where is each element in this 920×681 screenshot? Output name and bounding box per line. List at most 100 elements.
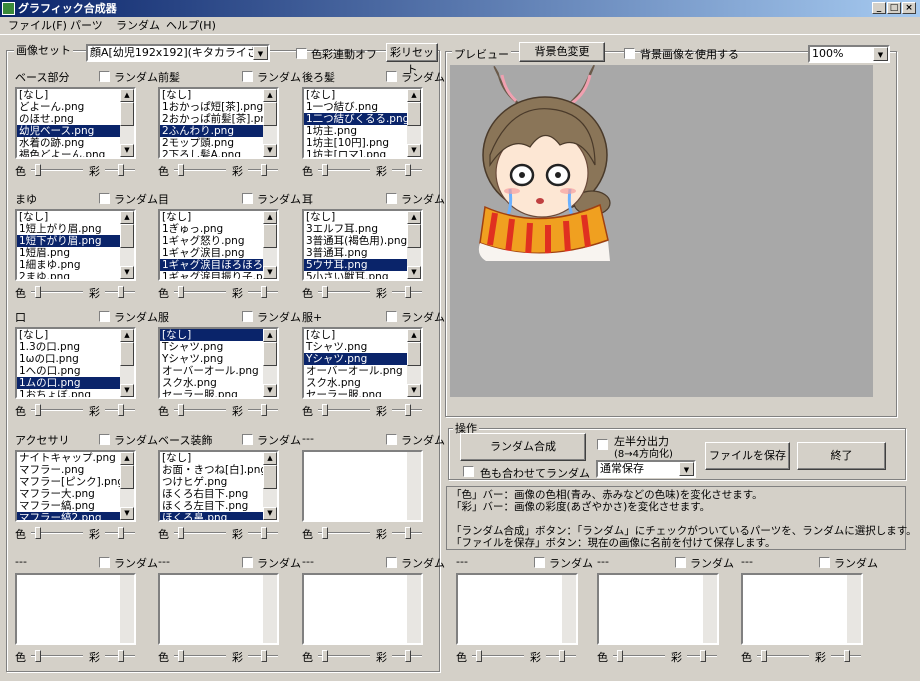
list-item[interactable]: 1細まゆ.png (17, 259, 120, 271)
list-item[interactable]: 1ギャグ怒り.png (160, 235, 263, 247)
scroll-thumb[interactable] (407, 224, 421, 248)
random-checkbox[interactable] (242, 71, 253, 82)
random-checkbox[interactable] (819, 557, 830, 568)
list-item[interactable]: 1坊主.png (304, 125, 407, 137)
scrollbar[interactable] (263, 575, 277, 643)
list-item[interactable]: 1短上がり眉.png (17, 223, 120, 235)
scroll-thumb[interactable] (407, 342, 421, 366)
scroll-up-icon[interactable]: ▲ (120, 452, 134, 465)
minimize-button[interactable]: _ (872, 2, 886, 14)
part-listbox[interactable]: [なし] どよーん.png のほせ.png 幼児ベース.png 水着の跡.png 褐色どよ… (15, 87, 136, 159)
scrollbar[interactable] (562, 575, 576, 643)
part-listbox[interactable]: [なし] 1ぎゅっ.png 1ギャグ怒り.png 1ギャグ涙目.png 1ギャグ涙目ほろ… (158, 209, 279, 281)
hue-slider-thumb[interactable] (322, 404, 328, 416)
scroll-down-icon[interactable]: ▼ (120, 507, 134, 520)
sat-slider-thumb[interactable] (261, 164, 267, 176)
scrollbar[interactable]: ▲ ▼ (263, 211, 277, 279)
sat-slider-thumb[interactable] (118, 164, 124, 176)
sat-slider-thumb[interactable] (118, 650, 124, 662)
list-item[interactable]: オーバーオール.png (160, 365, 263, 377)
list-item[interactable]: 2おかっぱ前髪[茶].png (160, 113, 263, 125)
scrollbar[interactable] (407, 452, 421, 520)
list-item[interactable]: [なし] (17, 211, 120, 223)
hue-slider-thumb[interactable] (617, 650, 623, 662)
part-listbox[interactable]: [なし] 1.3の口.png 1ωの口.png 1への口.png 1ムの口.png 1おち… (15, 327, 136, 399)
list-item[interactable]: 3エルフ耳.png (304, 223, 407, 235)
list-item[interactable]: 1ムの口.png (17, 377, 120, 389)
list-item[interactable]: 1おかっぱ短[茶].png (160, 101, 263, 113)
list-item[interactable]: Tシャツ.png (304, 341, 407, 353)
scroll-thumb[interactable] (120, 465, 134, 489)
sat-slider-thumb[interactable] (405, 404, 411, 416)
random-checkbox[interactable] (386, 434, 397, 445)
scroll-down-icon[interactable]: ▼ (263, 384, 277, 397)
scrollbar[interactable]: ▲ ▼ (407, 329, 421, 397)
scrollbar[interactable] (703, 575, 717, 643)
hue-slider-thumb[interactable] (35, 527, 41, 539)
scrollbar[interactable]: ▲ ▼ (407, 89, 421, 157)
color-link-checkbox[interactable] (296, 48, 307, 59)
random-checkbox[interactable] (99, 193, 110, 204)
part-listbox[interactable]: [なし] 1おかっぱ短[茶].png 2おかっぱ前髪[茶].png 2ふんわり.png… (158, 87, 279, 159)
hue-slider-thumb[interactable] (178, 404, 184, 416)
random-checkbox[interactable] (242, 434, 253, 445)
list-item[interactable]: 1短下がり眉.png (17, 235, 120, 247)
list-item[interactable]: 3普通耳.png (304, 247, 407, 259)
hue-slider-thumb[interactable] (322, 286, 328, 298)
list-item[interactable]: Yシャツ.png (160, 353, 263, 365)
list-item[interactable]: ほくろ右目下.png (160, 488, 263, 500)
part-listbox[interactable]: [なし] 1一つ結び.png 1二つ結びくるる.png 1坊主.png 1坊主[10円]… (302, 87, 423, 159)
sat-slider-thumb[interactable] (261, 650, 267, 662)
sat-slider-thumb[interactable] (118, 404, 124, 416)
list-item[interactable]: 1への口.png (17, 365, 120, 377)
scrollbar[interactable]: ▲ ▼ (407, 211, 421, 279)
list-item[interactable]: ほくろ左目下.png (160, 500, 263, 512)
part-listbox[interactable] (158, 573, 279, 645)
list-item[interactable]: [なし] (17, 89, 120, 101)
scroll-thumb[interactable] (407, 102, 421, 126)
scroll-up-icon[interactable]: ▲ (120, 89, 134, 102)
random-checkbox[interactable] (386, 193, 397, 204)
list-item[interactable]: お面・きつね[白].png (160, 464, 263, 476)
save-file-button[interactable]: ファイルを保存 (705, 442, 790, 470)
hue-slider-thumb[interactable] (35, 164, 41, 176)
list-item[interactable]: Tシャツ.png (160, 341, 263, 353)
random-compose-button[interactable]: ランダム合成 (460, 433, 586, 461)
chevron-down-icon[interactable]: ▼ (253, 46, 268, 60)
hue-slider-thumb[interactable] (178, 650, 184, 662)
hue-slider-thumb[interactable] (322, 164, 328, 176)
list-item[interactable]: スク水.png (160, 377, 263, 389)
random-checkbox[interactable] (386, 71, 397, 82)
exit-button[interactable]: 終了 (797, 442, 886, 470)
sat-slider-thumb[interactable] (844, 650, 850, 662)
part-listbox[interactable] (741, 573, 863, 645)
sat-slider-thumb[interactable] (261, 527, 267, 539)
hue-slider-thumb[interactable] (322, 650, 328, 662)
list-item[interactable]: つけヒゲ.png (160, 476, 263, 488)
list-item[interactable]: 5ウサ耳.png (304, 259, 407, 271)
chevron-down-icon[interactable]: ▼ (679, 462, 694, 476)
scroll-up-icon[interactable]: ▲ (407, 89, 421, 102)
hue-slider-thumb[interactable] (178, 286, 184, 298)
hue-slider-thumb[interactable] (322, 527, 328, 539)
list-item[interactable]: ほくろ鼻.png (160, 512, 263, 520)
color-random-checkbox[interactable] (463, 466, 474, 477)
list-item[interactable]: 1おちょぼ.png (17, 389, 120, 397)
list-item[interactable]: 1二つ結びくるる.png (304, 113, 407, 125)
scroll-thumb[interactable] (120, 342, 134, 366)
scroll-thumb[interactable] (263, 465, 277, 489)
sat-slider-thumb[interactable] (405, 650, 411, 662)
list-item[interactable]: 1一つ結び.png (304, 101, 407, 113)
list-item[interactable]: [なし] (304, 329, 407, 341)
scroll-thumb[interactable] (263, 342, 277, 366)
zoom-select[interactable]: 100% ▼ (808, 45, 890, 63)
hue-slider-thumb[interactable] (178, 527, 184, 539)
part-listbox[interactable]: [なし] Tシャツ.png Yシャツ.png オーバーオール.png スク水.png セー… (158, 327, 279, 399)
list-item[interactable]: マフラー[ピンク].png (17, 476, 120, 488)
sat-slider-thumb[interactable] (261, 286, 267, 298)
scrollbar[interactable]: ▲ ▼ (263, 89, 277, 157)
part-listbox[interactable] (302, 450, 423, 522)
list-item[interactable]: 1ギャグ涙目.png (160, 247, 263, 259)
random-checkbox[interactable] (242, 557, 253, 568)
maximize-button[interactable]: □ (887, 2, 901, 14)
